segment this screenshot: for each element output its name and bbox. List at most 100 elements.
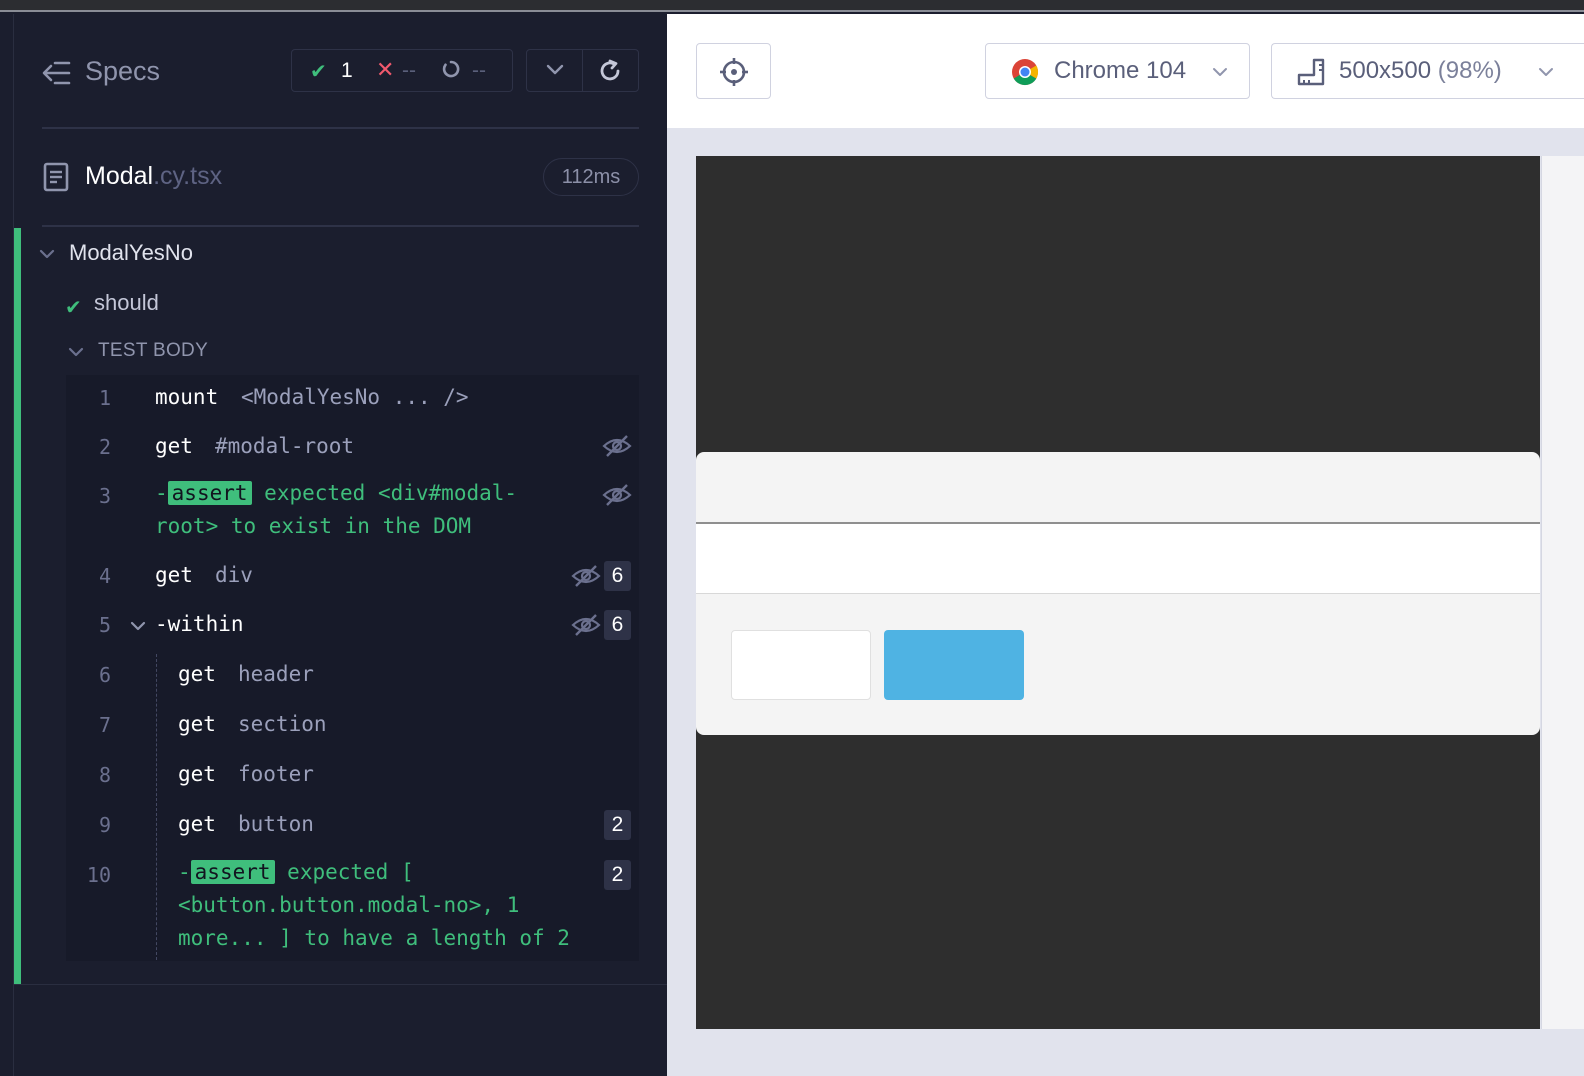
assert-dash: -: [155, 481, 168, 505]
run-controls: [526, 49, 639, 92]
command-name: get: [178, 812, 216, 836]
command-name: get: [178, 712, 216, 736]
preview-scrollbar[interactable]: [1541, 156, 1584, 1029]
command-message: footer: [238, 762, 314, 786]
ruler-icon: [1297, 58, 1325, 86]
left-edge: [0, 14, 14, 1076]
suite-title[interactable]: ModalYesNo: [69, 240, 193, 266]
failed-count: --: [402, 59, 416, 82]
hidden-eye-icon: [571, 565, 601, 587]
spec-file-icon: [43, 162, 69, 192]
command-message: button: [238, 812, 314, 836]
assert-badge: assert: [190, 860, 275, 884]
control-divider: [582, 50, 583, 91]
command-name: -within: [155, 612, 244, 636]
aut-iframe: [696, 156, 1540, 1029]
spec-file-name[interactable]: Modal.cy.tsx: [85, 162, 222, 191]
command-row[interactable]: 1 mount <ModalYesNo ... />: [66, 385, 639, 425]
command-number: 4: [98, 564, 111, 588]
assert-badge: assert: [167, 481, 252, 505]
command-number: 10: [86, 863, 111, 887]
suite-chevron-icon[interactable]: [39, 248, 55, 260]
file-divider: [42, 225, 639, 227]
command-row[interactable]: 3 - assert expected <div#modal-root> to e…: [66, 481, 639, 553]
specs-label[interactable]: Specs: [85, 56, 160, 87]
element-count-badge: 2: [604, 860, 631, 890]
reporter-header: Specs ✔ 1 ✕ -- --: [14, 14, 667, 129]
hidden-eye-icon: [602, 435, 632, 457]
spec-file-ext: .cy.tsx: [153, 162, 223, 190]
window-top-strip: [0, 0, 1584, 12]
command-name: get: [155, 434, 193, 458]
chevron-down-icon: [1539, 68, 1553, 76]
command-row[interactable]: 6 get header: [66, 662, 639, 702]
command-number: 7: [98, 713, 111, 737]
command-row[interactable]: 5 -within 6: [66, 610, 639, 652]
chrome-logo-icon: [1012, 59, 1039, 86]
command-row[interactable]: 9 get button 2: [66, 810, 639, 852]
command-row[interactable]: 2 get #modal-root: [66, 434, 639, 474]
test-body-label[interactable]: TEST BODY: [98, 340, 208, 362]
modal-yes-button[interactable]: [884, 630, 1024, 700]
test-stats: ✔ 1 ✕ -- --: [291, 49, 513, 92]
crosshair-icon: [720, 58, 748, 86]
command-name: get: [155, 563, 193, 587]
reporter-panel: Specs ✔ 1 ✕ -- -- Modal.cy.tsx 112ms Mod…: [14, 14, 667, 1076]
assert-line1: expected [: [287, 860, 414, 884]
command-row[interactable]: 8 get footer: [66, 762, 639, 802]
passed-check-icon: ✔: [310, 61, 327, 83]
command-name: mount: [155, 385, 219, 409]
browser-label: Chrome 104: [1054, 57, 1187, 84]
test-title[interactable]: should: [94, 290, 159, 316]
command-number: 5: [98, 613, 111, 637]
spec-duration: 112ms: [543, 158, 639, 196]
modal-header: [696, 452, 1540, 522]
command-row[interactable]: 7 get section: [66, 712, 639, 752]
assert-line2: root> to exist in the DOM: [155, 514, 472, 538]
modal-section: [696, 522, 1540, 594]
viewport-label: 500x500 (98%): [1339, 57, 1502, 85]
viewport-size: 500x500: [1339, 57, 1432, 84]
command-name: get: [178, 662, 216, 686]
element-count-badge: 6: [604, 610, 631, 640]
assert-dash: -: [178, 860, 191, 884]
rerun-icon[interactable]: [597, 58, 623, 84]
preview-toolbar: Chrome 104 500x500 (98%): [667, 14, 1584, 128]
failed-x-icon: ✕: [376, 57, 395, 82]
element-count-badge: 2: [604, 810, 631, 840]
within-chevron-icon[interactable]: [130, 620, 146, 632]
hidden-eye-icon: [602, 484, 632, 506]
browser-selector[interactable]: Chrome 104: [985, 43, 1250, 99]
pending-count: --: [472, 59, 486, 82]
viewport-zoom: (98%): [1437, 57, 1502, 84]
command-row[interactable]: 4 get div 6: [66, 561, 639, 603]
command-number: 8: [98, 763, 111, 787]
modal-footer: [696, 594, 1540, 735]
collapse-specs-icon[interactable]: [42, 60, 72, 86]
command-message: <ModalYesNo ... />: [241, 385, 469, 409]
modal: [696, 452, 1540, 735]
pending-icon: [442, 60, 460, 78]
viewport-selector[interactable]: 500x500 (98%): [1271, 43, 1584, 99]
reporter-bottom-divider: [14, 984, 667, 985]
command-number: 3: [98, 484, 111, 508]
app-preview-area: Chrome 104 500x500 (98%): [667, 14, 1584, 1076]
modal-no-button[interactable]: [731, 630, 871, 700]
assert-line3: more... ] to have a length of 2: [178, 926, 570, 950]
selector-playground-button[interactable]: [696, 43, 771, 99]
command-row[interactable]: 10 - assert expected [<button.button.moda…: [66, 860, 639, 958]
suite-status-bar: [14, 228, 21, 984]
command-message: header: [238, 662, 314, 686]
chevron-down-icon: [1213, 68, 1227, 76]
command-number: 6: [98, 663, 111, 687]
test-body-chevron-icon[interactable]: [68, 346, 84, 358]
command-log: 1 mount <ModalYesNo ... /> 2 get #modal-…: [66, 375, 639, 961]
command-number: 1: [98, 386, 111, 410]
command-message: div: [215, 563, 253, 587]
header-divider: [42, 127, 639, 129]
passed-count: 1: [341, 59, 353, 82]
command-message: #modal-root: [215, 434, 355, 458]
chevron-down-icon[interactable]: [545, 62, 565, 78]
test-passed-icon: ✔: [65, 295, 82, 319]
assert-line1: expected <div#modal-: [264, 481, 518, 505]
